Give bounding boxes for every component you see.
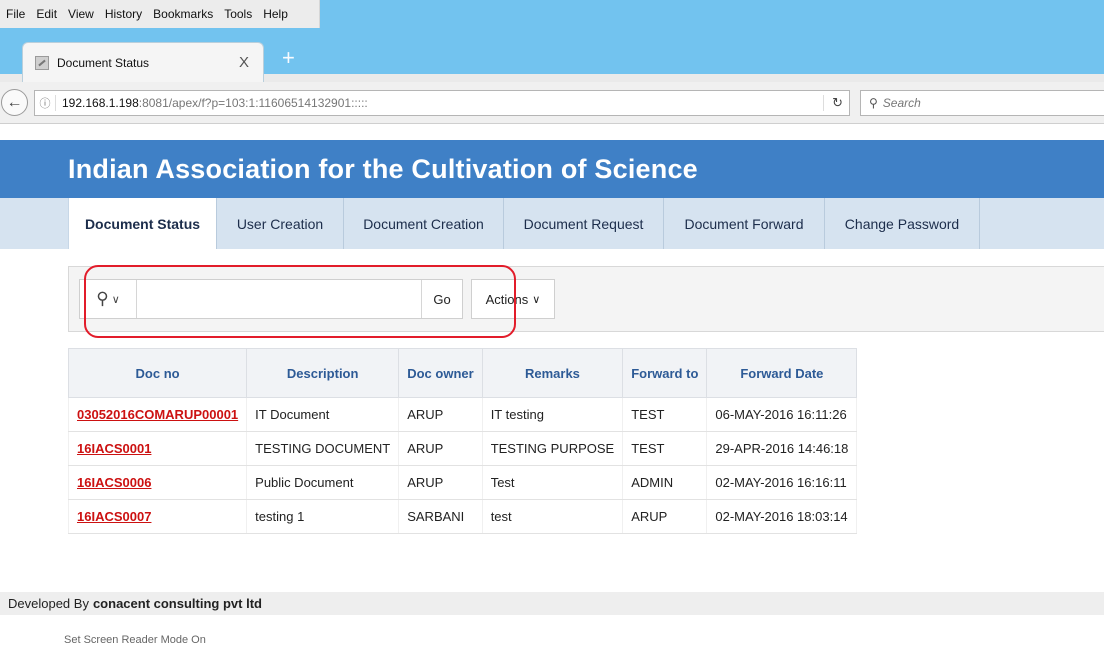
page-footer: Developed By conacent consulting pvt ltd: [0, 592, 1104, 615]
remarks-cell: IT testing: [481, 397, 624, 432]
menu-view[interactable]: View: [68, 7, 94, 21]
tab-document-forward[interactable]: Document Forward: [663, 198, 824, 249]
tab-document-status[interactable]: Document Status: [68, 198, 216, 249]
chevron-down-icon: ∨: [532, 293, 541, 306]
forward-date-cell: 06-MAY-2016 16:11:26: [706, 397, 858, 432]
description-cell: testing 1: [246, 499, 400, 534]
back-arrow-icon: ←: [6, 93, 23, 111]
address-bar[interactable]: ⓘ 192.168.1.198:8081/apex/f?p=103:1:1160…: [34, 90, 850, 116]
doc-no-link[interactable]: 03052016COMARUP00001: [77, 407, 238, 422]
column-header-doc-owner[interactable]: Doc owner: [398, 348, 483, 398]
footer-prefix: Developed By: [8, 596, 89, 611]
forward-to-cell: ARUP: [622, 499, 708, 534]
column-header-remarks[interactable]: Remarks: [481, 348, 624, 398]
doc-owner-cell: ARUP: [398, 431, 483, 466]
forward-to-cell: TEST: [622, 431, 708, 466]
browser-navbar: ← ⓘ 192.168.1.198:8081/apex/f?p=103:1:11…: [0, 82, 1104, 124]
forward-date-cell: 02-MAY-2016 16:16:11: [706, 465, 858, 500]
report-search: ⚲ ∨ Go: [79, 279, 463, 319]
actions-label: Actions: [485, 291, 529, 307]
doc-no-link[interactable]: 16IACS0006: [77, 475, 151, 490]
browser-tab-document-status[interactable]: Document Status X: [22, 42, 264, 82]
report-toolbar: ⚲ ∨ Go Actions ∨: [68, 266, 1104, 332]
column-header-forward-date[interactable]: Forward Date: [706, 348, 858, 398]
menu-bookmarks[interactable]: Bookmarks: [153, 7, 213, 21]
browser-search-placeholder: Search: [882, 96, 921, 110]
table-row: 16IACS0001 TESTING DOCUMENT ARUP TESTING…: [67, 431, 858, 466]
remarks-cell: Test: [481, 465, 624, 500]
menu-edit[interactable]: Edit: [36, 7, 57, 21]
app-header: Indian Association for the Cultivation o…: [0, 140, 1104, 198]
url-host: 192.168.1.198: [62, 96, 139, 110]
table-header-row: Doc no Description Doc owner Remarks For…: [67, 348, 858, 398]
menu-help[interactable]: Help: [263, 7, 288, 21]
description-cell: Public Document: [246, 465, 400, 500]
tab-change-password[interactable]: Change Password: [824, 198, 980, 249]
page-icon: [35, 55, 49, 70]
url-path: :8081/apex/f?p=103:1:11606514132901:::::: [138, 96, 368, 110]
actions-menu-button[interactable]: Actions ∨: [471, 279, 555, 319]
forward-to-cell: ADMIN: [622, 465, 708, 500]
forward-date-cell: 29-APR-2016 14:46:18: [706, 431, 858, 466]
search-icon: ⚲: [869, 96, 878, 110]
browser-tab-title: Document Status: [57, 55, 150, 70]
menu-file[interactable]: File: [6, 7, 25, 21]
description-cell: TESTING DOCUMENT: [246, 431, 400, 466]
go-button[interactable]: Go: [421, 280, 462, 318]
browser-titlebar: [320, 0, 1104, 28]
menu-tools[interactable]: Tools: [224, 7, 252, 21]
reload-icon[interactable]: ↻: [823, 95, 843, 111]
doc-no-link[interactable]: 16IACS0007: [77, 509, 151, 524]
doc-owner-cell: SARBANI: [398, 499, 483, 534]
column-header-description[interactable]: Description: [246, 348, 400, 398]
column-header-doc-no[interactable]: Doc no: [67, 348, 248, 398]
doc-no-cell: 16IACS0007: [67, 499, 248, 534]
new-tab-button[interactable]: +: [282, 45, 295, 71]
doc-no-cell: 16IACS0006: [67, 465, 248, 500]
remarks-cell: test: [481, 499, 624, 534]
table-row: 16IACS0007 testing 1 SARBANI test ARUP 0…: [67, 499, 858, 534]
back-button[interactable]: ←: [1, 89, 28, 116]
description-cell: IT Document: [246, 397, 400, 432]
search-column-menu[interactable]: ⚲ ∨: [80, 280, 137, 318]
forward-date-cell: 02-MAY-2016 18:03:14: [706, 499, 858, 534]
browser-menubar: File Edit View History Bookmarks Tools H…: [0, 0, 320, 28]
forward-to-cell: TEST: [622, 397, 708, 432]
close-tab-icon[interactable]: X: [239, 54, 249, 71]
app-title: Indian Association for the Cultivation o…: [68, 153, 698, 184]
browser-tabstrip: Document Status X +: [0, 28, 1104, 82]
doc-owner-cell: ARUP: [398, 465, 483, 500]
doc-no-link[interactable]: 16IACS0001: [77, 441, 151, 456]
document-status-table: Doc no Description Doc owner Remarks For…: [67, 348, 858, 534]
doc-no-cell: 16IACS0001: [67, 431, 248, 466]
tab-user-creation[interactable]: User Creation: [216, 198, 343, 249]
menu-history[interactable]: History: [105, 7, 142, 21]
browser-search-input[interactable]: ⚲ Search: [860, 90, 1104, 116]
column-header-forward-to[interactable]: Forward to: [622, 348, 708, 398]
report-search-input[interactable]: [136, 280, 422, 318]
table-row: 16IACS0006 Public Document ARUP Test ADM…: [67, 465, 858, 500]
tab-document-request[interactable]: Document Request: [503, 198, 663, 249]
main-nav: Document Status User Creation Document C…: [0, 198, 1104, 249]
screen-reader-toggle[interactable]: Set Screen Reader Mode On: [64, 634, 206, 646]
chevron-down-icon: ∨: [111, 293, 120, 306]
remarks-cell: TESTING PURPOSE: [481, 431, 624, 466]
doc-no-cell: 03052016COMARUP00001: [67, 397, 248, 432]
doc-owner-cell: ARUP: [398, 397, 483, 432]
tab-document-creation[interactable]: Document Creation: [343, 198, 503, 249]
table-row: 03052016COMARUP00001 IT Document ARUP IT…: [67, 397, 858, 432]
search-icon: ⚲: [96, 289, 109, 308]
footer-company: conacent consulting pvt ltd: [92, 596, 262, 611]
site-info-icon[interactable]: ⓘ: [35, 95, 56, 111]
